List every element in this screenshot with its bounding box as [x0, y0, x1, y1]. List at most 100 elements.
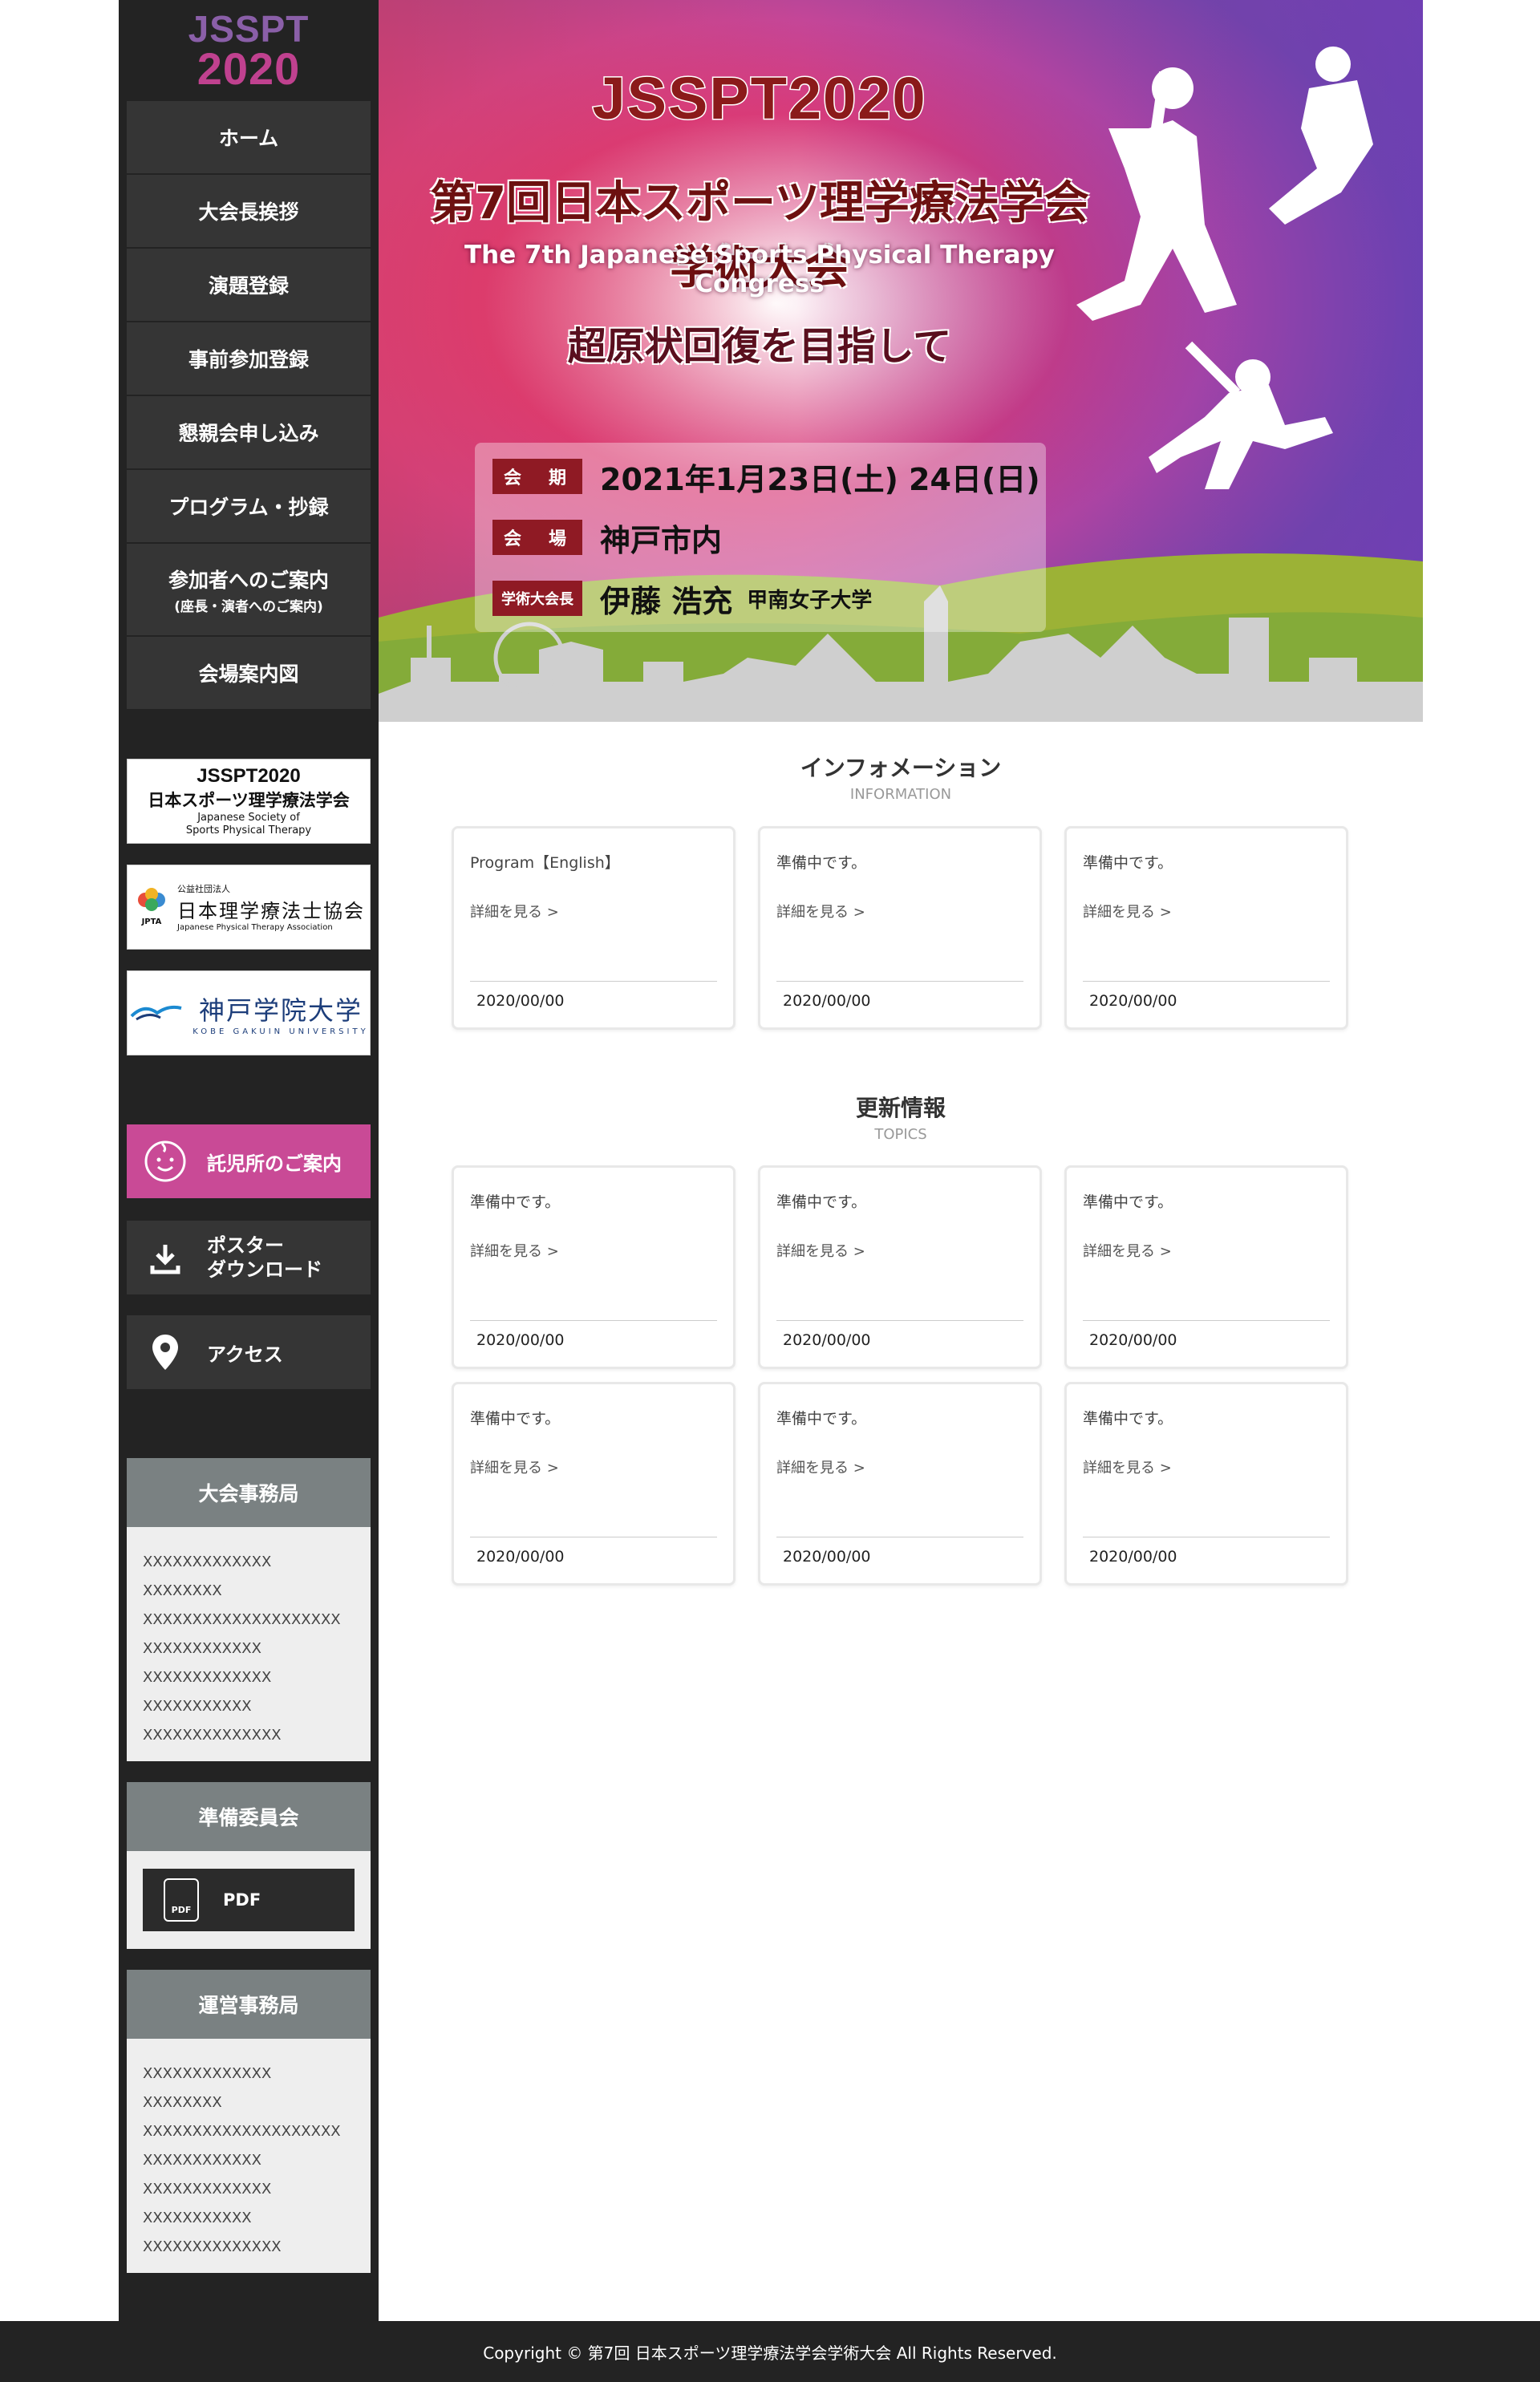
nav-item-greeting[interactable]: 大会長挨拶: [127, 175, 371, 247]
jpta-small: 公益社団法人: [177, 884, 230, 894]
card-date: 2020/00/00: [783, 992, 871, 1010]
nav-item-sublabel: (座長・演者へのご案内): [174, 598, 323, 615]
office-line: XXXXXXXXXXXXX: [143, 1554, 272, 1570]
nav-item-label: 大会長挨拶: [198, 201, 299, 224]
nav-item-label: 事前参加登録: [188, 348, 309, 371]
topic-card[interactable]: 準備中です。 詳細を見る > 2020/00/00: [758, 1165, 1042, 1369]
card-detail-link[interactable]: 詳細を見る >: [776, 1240, 865, 1261]
card-date: 2020/00/00: [476, 992, 565, 1010]
info-card[interactable]: Program【English】 詳細を見る > 2020/00/00: [452, 826, 736, 1030]
card-detail-link[interactable]: 詳細を見る >: [470, 1240, 559, 1261]
nav-item-venue-map[interactable]: 会場案内図: [127, 637, 371, 709]
access-button[interactable]: アクセス: [127, 1315, 371, 1389]
operations-line: XXXXXXXXXXXXX: [143, 2065, 272, 2082]
venue-row: 会 場 神戸市内: [492, 518, 723, 558]
topic-card[interactable]: 準備中です。 詳細を見る > 2020/00/00: [452, 1382, 736, 1586]
president-row: 学術大会長 伊藤 浩充 甲南女子大学: [492, 579, 873, 619]
sidebar: JSSPT 2020 ホーム 大会長挨拶 演題登録 事前参加登録 懇親会申し込み…: [119, 0, 379, 2321]
kobe-gakuin-banner[interactable]: 神戸学院大学 KOBE GAKUIN UNIVERSITY: [127, 970, 371, 1055]
card-date: 2020/00/00: [1089, 1331, 1177, 1349]
pdf-label: PDF: [223, 1890, 261, 1910]
hero-banner: JSSPT2020 第7回日本スポーツ理学療法学会学術大会 The 7th Ja…: [379, 0, 1423, 722]
operations-line: XXXXXXXXXXXXX: [143, 2181, 272, 2198]
card-detail-link[interactable]: 詳細を見る >: [470, 901, 559, 922]
nav-item-program[interactable]: プログラム・抄録: [127, 470, 371, 542]
topics-subtitle: TOPICS: [874, 1126, 927, 1143]
office-body: XXXXXXXXXXXXX XXXXXXXX XXXXXXXXXXXXXXXXX…: [127, 1527, 371, 1761]
jsspt-banner-en2: Sports Physical Therapy: [185, 824, 312, 837]
topic-card[interactable]: 準備中です。 詳細を見る > 2020/00/00: [452, 1165, 736, 1369]
card-title: Program【English】: [470, 854, 620, 872]
card-title: 準備中です。: [1083, 1193, 1173, 1211]
childcare-button[interactable]: 託児所のご案内: [127, 1124, 371, 1198]
card-detail-link[interactable]: 詳細を見る >: [1083, 1456, 1172, 1477]
office-line: XXXXXXXXXXXXXXXXXXXX: [143, 1611, 341, 1628]
card-detail-link[interactable]: 詳細を見る >: [776, 901, 865, 922]
athletes-silhouette-image: [1076, 47, 1373, 489]
card-title: 準備中です。: [1083, 854, 1173, 872]
info-card[interactable]: 準備中です。 詳細を見る > 2020/00/00: [758, 826, 1042, 1030]
nav-item-home[interactable]: ホーム: [127, 101, 371, 173]
nav-item-abstract[interactable]: 演題登録: [127, 249, 371, 321]
operations-title: 運営事務局: [198, 1994, 299, 2017]
poster-label-1: ポスター: [207, 1234, 284, 1257]
topics-heading: 更新情報 TOPICS: [379, 1091, 1423, 1143]
jsspt-banner-title: JSSPT2020: [197, 765, 301, 787]
president-name: 伊藤 浩充: [600, 583, 733, 619]
card-date: 2020/00/00: [476, 1331, 565, 1349]
event-info-panel: 会 期 2021年1月23日(土) 24日(日) 会 場 神戸市内 学術大会長 …: [475, 443, 1046, 632]
venue-value: 神戸市内: [600, 522, 723, 558]
office-line: XXXXXXXXXXX: [143, 1698, 252, 1715]
office-title: 大会事務局: [198, 1482, 299, 1505]
nav-item-label: 参加者へのご案内: [168, 568, 329, 592]
jpta-abbr: JPTA: [141, 918, 162, 926]
childcare-label: 託児所のご案内: [207, 1152, 342, 1175]
poster-label-2: ダウンロード: [207, 1258, 322, 1281]
president-affiliation: 甲南女子大学: [747, 588, 873, 613]
poster-download-button[interactable]: ポスター ダウンロード: [127, 1221, 371, 1294]
info-card[interactable]: 準備中です。 詳細を見る > 2020/00/00: [1064, 826, 1348, 1030]
topic-card[interactable]: 準備中です。 詳細を見る > 2020/00/00: [758, 1382, 1042, 1586]
information-heading: インフォメーション INFORMATION: [379, 751, 1423, 803]
nav-item-registration[interactable]: 事前参加登録: [127, 322, 371, 395]
venue-label: 会 場: [492, 520, 582, 555]
president-label: 学術大会長: [492, 581, 582, 616]
card-title: 準備中です。: [470, 1410, 561, 1428]
nav-item-label: プログラム・抄録: [168, 496, 329, 519]
topics-title: 更新情報: [855, 1095, 946, 1121]
card-detail-link[interactable]: 詳細を見る >: [1083, 1240, 1172, 1261]
hero-motto: 超原状回復を目指して: [567, 324, 952, 369]
period-row: 会 期 2021年1月23日(土) 24日(日): [492, 457, 1040, 497]
main-nav: ホーム 大会長挨拶 演題登録 事前参加登録 懇親会申し込み プログラム・抄録 参…: [127, 101, 371, 711]
card-detail-link[interactable]: 詳細を見る >: [776, 1456, 865, 1477]
nav-item-participants[interactable]: 参加者へのご案内 (座長・演者へのご案内): [127, 544, 371, 635]
hero-congress-en: The 7th Japanese Sports Physical Therapy…: [464, 241, 1055, 298]
card-detail-link[interactable]: 詳細を見る >: [470, 1456, 559, 1477]
committee-pdf-button[interactable]: PDF PDF: [143, 1869, 355, 1931]
office-line: XXXXXXXXXXXXX: [143, 1669, 272, 1686]
card-detail-link[interactable]: 詳細を見る >: [1083, 901, 1172, 922]
nav-item-banquet[interactable]: 懇親会申し込み: [127, 396, 371, 468]
card-date: 2020/00/00: [1089, 992, 1177, 1010]
nav-item-label: ホーム: [218, 127, 279, 150]
copyright-text: Copyright © 第7回 日本スポーツ理学療法学会学術大会 All Rig…: [483, 2343, 1057, 2363]
topic-card[interactable]: 準備中です。 詳細を見る > 2020/00/00: [1064, 1165, 1348, 1369]
pdf-file-icon: PDF: [164, 1878, 199, 1922]
baby-icon: [143, 1139, 188, 1184]
topic-card[interactable]: 準備中です。 詳細を見る > 2020/00/00: [1064, 1382, 1348, 1586]
logo-line1: JSSPT: [188, 8, 310, 50]
logo-line2: 2020: [197, 43, 301, 94]
information-title: インフォメーション: [800, 755, 1002, 781]
jpta-banner[interactable]: JPTA 公益社団法人 日本理学療法士協会 Japanese Physical …: [127, 865, 371, 950]
pdf-icon-text: PDF: [171, 1905, 192, 1915]
kobe-gakuin-logo-icon: [130, 1005, 182, 1021]
operations-line: XXXXXXXXXXX: [143, 2210, 252, 2226]
access-label: アクセス: [207, 1343, 283, 1366]
office-line: XXXXXXXXXXXXXX: [143, 1727, 282, 1744]
jsspt-banner-name: 日本スポーツ理学療法学会: [148, 791, 350, 810]
jsspt-banner[interactable]: JSSPT2020 日本スポーツ理学療法学会 Japanese Society …: [127, 759, 371, 844]
site-logo[interactable]: JSSPT 2020: [119, 0, 379, 96]
card-title: 準備中です。: [776, 1193, 867, 1211]
information-subtitle: INFORMATION: [849, 786, 952, 803]
footer: Copyright © 第7回 日本スポーツ理学療法学会学術大会 All Rig…: [0, 2321, 1540, 2382]
